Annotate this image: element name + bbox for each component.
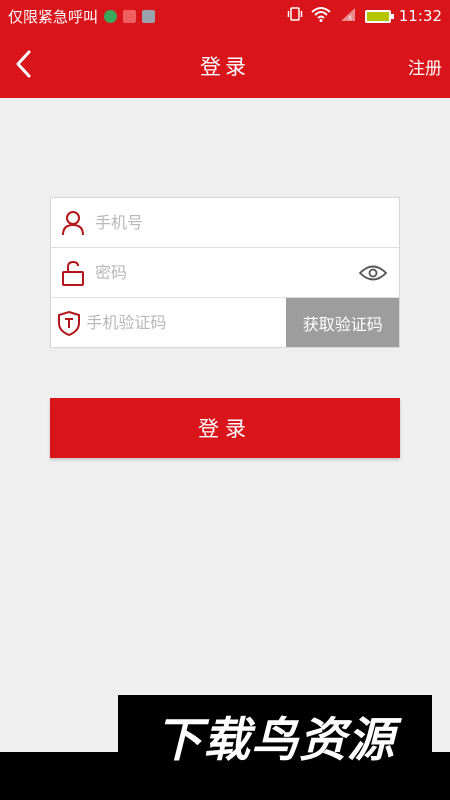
phone-row xyxy=(51,198,399,248)
password-row xyxy=(51,248,399,298)
lock-icon xyxy=(51,248,95,298)
app-icon-gray xyxy=(142,9,156,23)
password-input[interactable] xyxy=(95,252,353,293)
page-title: 登录 xyxy=(200,55,250,79)
code-input[interactable] xyxy=(86,302,287,343)
shield-icon xyxy=(51,298,86,348)
status-bar: 仅限紧急呼叫 x 11:32 xyxy=(0,0,450,32)
header-bar: 登录 注册 xyxy=(0,32,450,98)
watermark: 下载鸟资源 xyxy=(118,695,432,775)
login-form: 获取验证码 xyxy=(50,197,400,348)
register-link[interactable]: 注册 xyxy=(408,54,442,79)
user-icon xyxy=(51,198,95,248)
get-code-button[interactable]: 获取验证码 xyxy=(286,298,399,347)
app-icon-green xyxy=(104,9,118,23)
code-row: 获取验证码 xyxy=(51,298,399,347)
app-icon-red xyxy=(123,9,137,23)
eye-icon[interactable] xyxy=(353,264,393,282)
status-left: 仅限紧急呼叫 xyxy=(8,6,156,27)
status-text: 仅限紧急呼叫 xyxy=(8,7,99,26)
svg-text:x: x xyxy=(348,13,352,22)
vibrate-icon xyxy=(287,6,303,26)
signal-icon: x xyxy=(339,6,357,26)
phone-input[interactable] xyxy=(95,202,399,243)
battery-icon xyxy=(364,9,394,23)
status-right: x 11:32 xyxy=(287,6,442,26)
wifi-icon xyxy=(311,6,331,26)
login-button[interactable]: 登录 xyxy=(50,398,400,458)
status-time: 11:32 xyxy=(398,7,442,25)
